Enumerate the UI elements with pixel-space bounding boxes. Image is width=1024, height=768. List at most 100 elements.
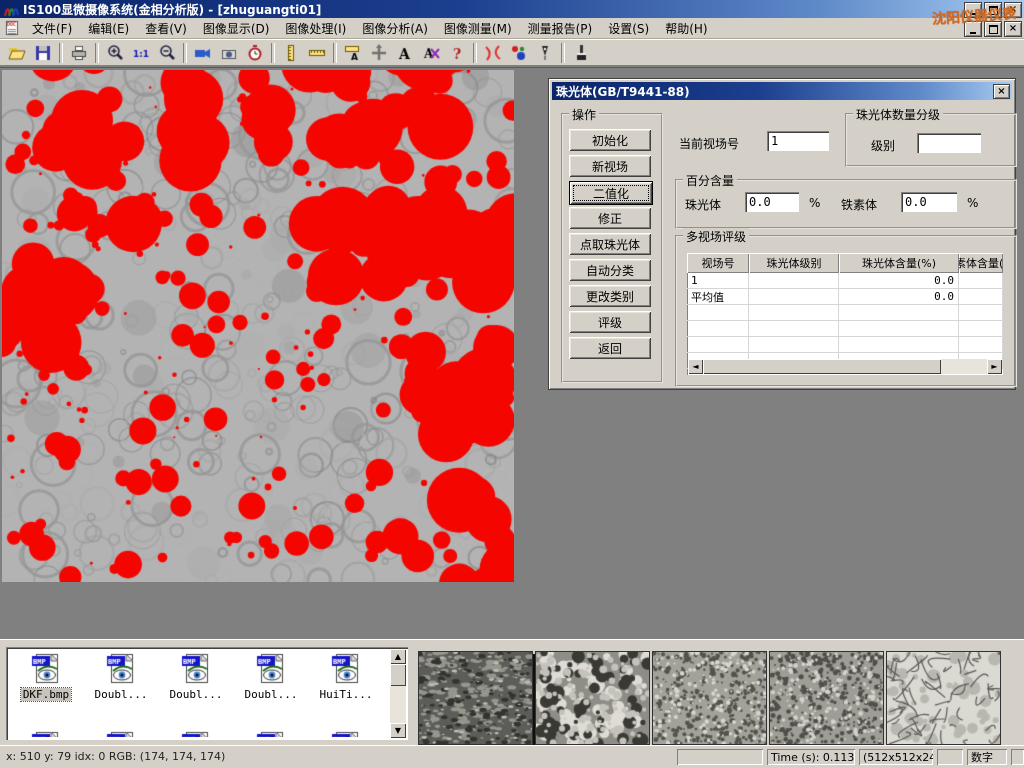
bmp-file-icon xyxy=(328,651,364,687)
file-item[interactable] xyxy=(159,729,233,737)
close-button[interactable]: × xyxy=(1004,2,1022,18)
table-header-3[interactable]: 珠光体含量(%) xyxy=(839,253,959,273)
save-icon[interactable] xyxy=(30,41,56,65)
op-button-1[interactable]: 初始化 xyxy=(569,129,651,151)
op-button-4[interactable]: 修正 xyxy=(569,207,651,229)
thumbnail-3[interactable] xyxy=(652,651,767,745)
video-camera-icon[interactable] xyxy=(190,41,216,65)
file-item[interactable] xyxy=(84,729,158,737)
file-scroll-thumb[interactable] xyxy=(390,664,406,686)
current-field-label: 当前视场号 xyxy=(679,135,739,152)
pearlite-input[interactable]: 0.0 xyxy=(745,192,799,212)
scroll-left-button[interactable]: ◄ xyxy=(688,359,703,374)
level-label: 级别 xyxy=(871,137,895,154)
status-small-panel xyxy=(937,749,963,765)
child-window-controls: × xyxy=(964,21,1022,37)
thumbnail-2[interactable] xyxy=(535,651,650,745)
menu-file[interactable]: 文件(F) xyxy=(24,18,80,39)
file-item[interactable]: Doubl... xyxy=(159,651,233,701)
measure-label-icon[interactable] xyxy=(340,41,366,65)
snapshot-icon[interactable] xyxy=(216,41,242,65)
menu-settings[interactable]: 设置(S) xyxy=(600,18,657,39)
menu-image-analysis[interactable]: 图像分析(A) xyxy=(354,18,436,39)
op-button-8[interactable]: 评级 xyxy=(569,311,651,333)
scroll-up-button[interactable]: ▲ xyxy=(390,649,406,664)
op-button-6[interactable]: 自动分类 xyxy=(569,259,651,281)
table-cell xyxy=(959,273,1003,288)
ferrite-input[interactable]: 0.0 xyxy=(901,192,957,212)
zoom-in-icon[interactable] xyxy=(102,41,128,65)
file-item[interactable]: HuiTi... xyxy=(309,651,383,701)
menu-image-process[interactable]: 图像处理(I) xyxy=(277,18,354,39)
thumbnail-4[interactable] xyxy=(769,651,884,745)
scroll-right-button[interactable]: ► xyxy=(987,359,1002,374)
multifield-table[interactable]: 视场号珠光体级别珠光体含量(%)铁素体含量(%) 10.0平均值0.0 xyxy=(687,253,1003,375)
move-icon[interactable] xyxy=(366,41,392,65)
restore-button[interactable] xyxy=(984,2,1002,18)
pen-icon[interactable] xyxy=(532,41,558,65)
op-button-5[interactable]: 点取珠光体 xyxy=(569,233,651,255)
print-icon[interactable] xyxy=(66,41,92,65)
file-item[interactable]: Doubl... xyxy=(234,651,308,701)
thumbnail-1[interactable] xyxy=(418,651,533,745)
child-restore-button[interactable] xyxy=(984,21,1002,37)
op-button-9[interactable]: 返回 xyxy=(569,337,651,359)
file-item[interactable] xyxy=(9,729,83,737)
brush-icon[interactable] xyxy=(568,41,594,65)
table-row[interactable]: 10.0 xyxy=(687,273,1003,289)
file-item[interactable]: Doubl... xyxy=(84,651,158,701)
table-hscrollbar[interactable]: ◄ ► xyxy=(688,359,1002,374)
op-button-3[interactable]: 二值化 xyxy=(569,181,653,205)
scroll-down-button[interactable]: ▼ xyxy=(390,723,406,738)
op-button-2[interactable]: 新视场 xyxy=(569,155,651,177)
child-minimize-button[interactable] xyxy=(964,21,982,37)
toolbar-separator xyxy=(183,43,187,63)
menu-image-measure[interactable]: 图像测量(M) xyxy=(436,18,520,39)
table-cell xyxy=(749,305,839,320)
table-row[interactable] xyxy=(687,337,1003,353)
classify-dots-icon[interactable] xyxy=(506,41,532,65)
dialog-titlebar[interactable]: 珠光体(GB/T9441-88) × xyxy=(552,82,1012,100)
timer-icon[interactable] xyxy=(242,41,268,65)
menu-report[interactable]: 测量报告(P) xyxy=(520,18,601,39)
dialog-close-button[interactable]: × xyxy=(993,84,1010,99)
current-field-input[interactable]: 1 xyxy=(767,131,829,151)
file-vscrollbar[interactable]: ▲ ▼ xyxy=(390,649,406,738)
text-icon[interactable] xyxy=(392,41,418,65)
help-icon[interactable] xyxy=(444,41,470,65)
scroll-thumb[interactable] xyxy=(703,359,941,374)
file-item[interactable] xyxy=(234,729,308,737)
toolbar-separator xyxy=(473,43,477,63)
table-header-2[interactable]: 珠光体级别 xyxy=(749,253,839,273)
curve-tool-icon[interactable] xyxy=(480,41,506,65)
table-cell xyxy=(687,305,749,320)
table-header-1[interactable]: 视场号 xyxy=(687,253,749,273)
child-close-button[interactable]: × xyxy=(1004,21,1022,37)
menu-help[interactable]: 帮助(H) xyxy=(657,18,715,39)
metallograph-image[interactable] xyxy=(2,70,514,582)
menu-image-display[interactable]: 图像显示(D) xyxy=(195,18,278,39)
file-item[interactable]: DKF.bmp xyxy=(9,651,83,701)
zoom-in-icon xyxy=(105,43,125,63)
menu-view[interactable]: 查看(V) xyxy=(137,18,195,39)
minimize-button[interactable] xyxy=(964,2,982,18)
actual-size-icon[interactable] xyxy=(128,41,154,65)
table-row[interactable] xyxy=(687,305,1003,321)
table-header-4[interactable]: 铁素体含量(%) xyxy=(959,253,1003,273)
text-strike-icon[interactable] xyxy=(418,41,444,65)
bmp-file-icon xyxy=(28,729,64,737)
bmp-file-icon xyxy=(328,729,364,737)
vertical-ruler-icon[interactable] xyxy=(278,41,304,65)
level-input[interactable] xyxy=(917,133,981,153)
zoom-out-icon[interactable] xyxy=(154,41,180,65)
open-folder-icon[interactable] xyxy=(4,41,30,65)
toolbar-separator xyxy=(271,43,275,63)
op-button-7[interactable]: 更改类别 xyxy=(569,285,651,307)
table-row[interactable] xyxy=(687,321,1003,337)
thumbnail-5[interactable] xyxy=(886,651,1001,745)
file-item[interactable] xyxy=(309,729,383,737)
table-cell xyxy=(749,273,839,288)
horizontal-ruler-icon[interactable] xyxy=(304,41,330,65)
table-row[interactable]: 平均值0.0 xyxy=(687,289,1003,305)
menu-edit[interactable]: 编辑(E) xyxy=(80,18,137,39)
